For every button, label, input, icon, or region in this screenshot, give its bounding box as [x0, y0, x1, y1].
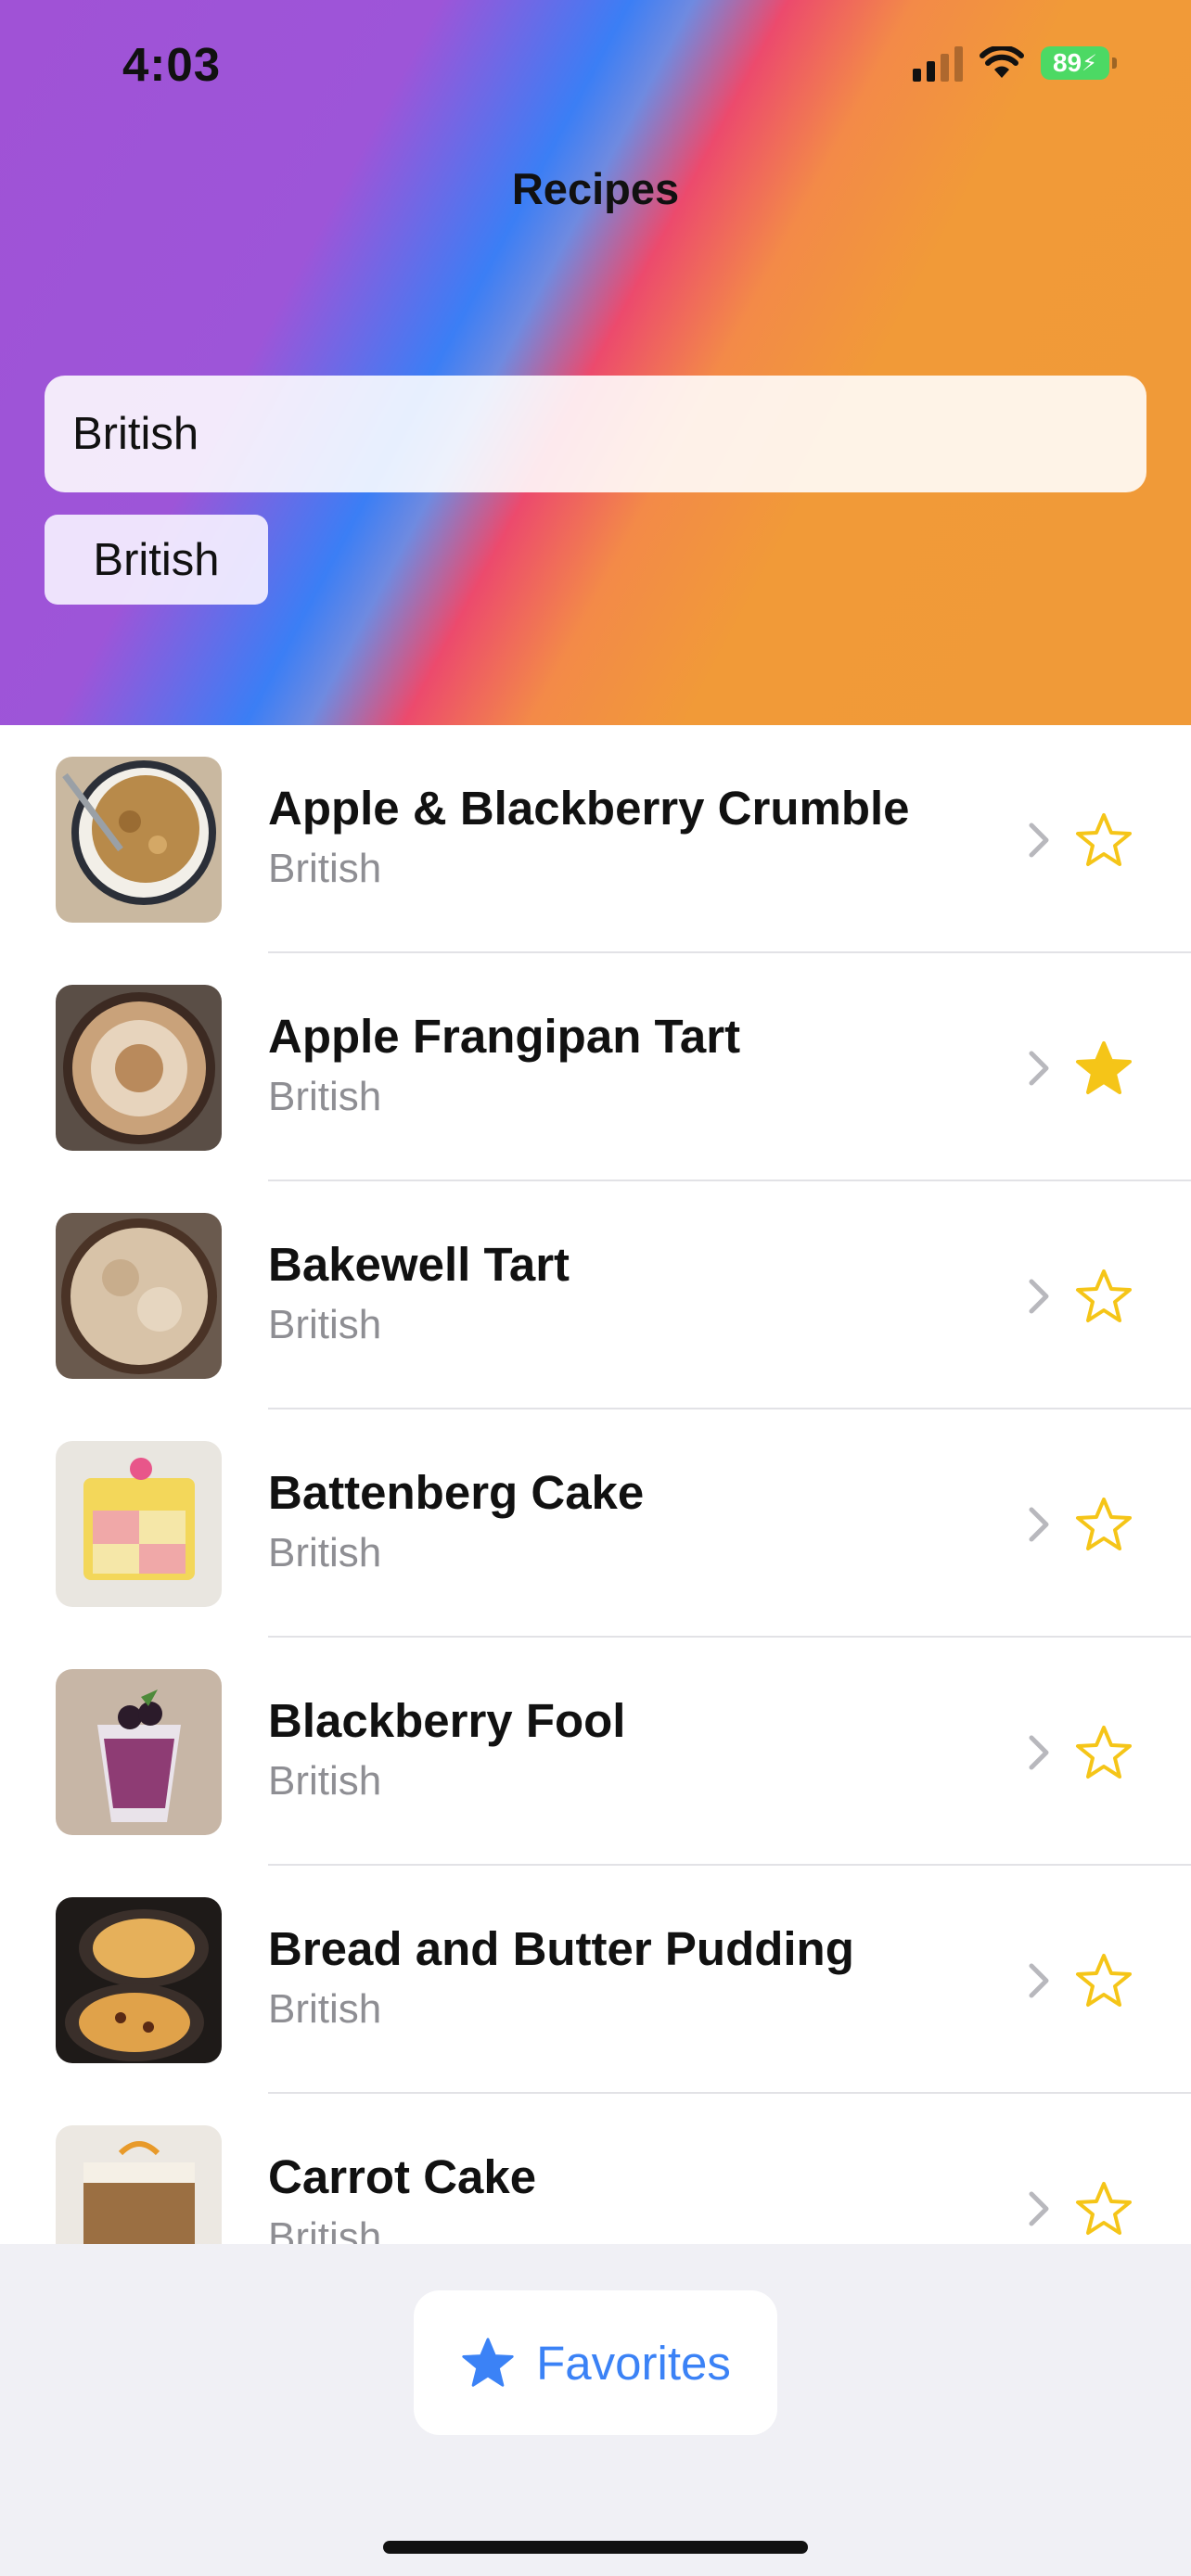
search-input[interactable]: British — [45, 376, 1146, 492]
header-gradient: 4:03 89 ⚡ Recipes British British — [0, 0, 1191, 725]
recipe-name: Blackberry Fool — [268, 1694, 626, 1747]
star-filled-icon[interactable] — [1074, 1039, 1133, 1098]
star-filled-icon — [462, 2338, 514, 2387]
chevron-right-icon — [1029, 1963, 1049, 1998]
list-item[interactable]: Carrot Cake British — [0, 2094, 1191, 2246]
chevron-right-icon — [1029, 1279, 1049, 1314]
recipe-thumbnail — [56, 757, 222, 923]
bottom-toolbar: Favorites — [0, 2244, 1191, 2576]
star-outline-icon[interactable] — [1074, 1951, 1133, 2010]
battery-icon: 89 ⚡ — [1041, 46, 1117, 80]
page-title: Recipes — [511, 164, 680, 213]
recipe-name: Carrot Cake — [268, 2150, 537, 2203]
recipe-category: British — [268, 1986, 382, 2032]
recipe-category: British — [268, 1530, 382, 1575]
star-outline-icon[interactable] — [1074, 1723, 1133, 1782]
home-indicator — [383, 2541, 808, 2554]
recipe-list[interactable]: Apple & Blackberry Crumble British Apple… — [0, 725, 1191, 2246]
list-item[interactable]: Apple Frangipan Tart British — [0, 953, 1191, 1181]
list-item[interactable]: Bread and Butter Pudding British — [0, 1866, 1191, 2094]
star-outline-icon[interactable] — [1074, 1267, 1133, 1326]
wifi-icon — [980, 46, 1024, 78]
recipe-thumbnail — [56, 1213, 222, 1379]
cellular-signal-icon — [913, 45, 963, 82]
recipe-category: British — [268, 846, 382, 891]
favorites-button[interactable]: Favorites — [414, 2290, 777, 2435]
recipe-thumbnail — [56, 2125, 222, 2246]
recipe-name: Battenberg Cake — [268, 1466, 645, 1519]
recipe-thumbnail — [56, 1897, 222, 2063]
star-outline-icon[interactable] — [1074, 810, 1133, 870]
filter-chip-british[interactable]: British — [45, 515, 268, 605]
recipe-category: British — [268, 1302, 382, 1347]
recipe-category: British — [268, 2214, 382, 2246]
recipe-name: Apple & Blackberry Crumble — [268, 782, 910, 835]
list-item[interactable]: Battenberg Cake British — [0, 1409, 1191, 1638]
chevron-right-icon — [1029, 2191, 1049, 2226]
recipe-category: British — [268, 1074, 382, 1119]
star-outline-icon[interactable] — [1074, 1495, 1133, 1554]
list-item[interactable]: Blackberry Fool British — [0, 1638, 1191, 1866]
filter-chip-label: British — [93, 534, 220, 585]
recipe-category: British — [268, 1758, 382, 1804]
chevron-right-icon — [1029, 1507, 1049, 1542]
status-icons: 89 ⚡ — [913, 45, 1117, 82]
list-item[interactable]: Bakewell Tart British — [0, 1181, 1191, 1409]
recipe-name: Bread and Butter Pudding — [268, 1922, 854, 1975]
chevron-right-icon — [1029, 1051, 1049, 1086]
recipe-thumbnail — [56, 1441, 222, 1607]
list-item[interactable]: Apple & Blackberry Crumble British — [0, 725, 1191, 953]
battery-level: 89 — [1052, 48, 1082, 77]
chevron-right-icon — [1029, 1735, 1049, 1770]
star-outline-icon[interactable] — [1074, 2179, 1133, 2238]
status-time: 4:03 — [122, 38, 222, 91]
search-value: British — [72, 409, 199, 459]
recipe-thumbnail — [56, 1669, 222, 1835]
favorites-label: Favorites — [536, 2336, 731, 2390]
chevron-right-icon — [1029, 823, 1049, 858]
recipe-name: Bakewell Tart — [268, 1238, 570, 1291]
recipe-thumbnail — [56, 985, 222, 1151]
recipe-name: Apple Frangipan Tart — [268, 1010, 741, 1063]
